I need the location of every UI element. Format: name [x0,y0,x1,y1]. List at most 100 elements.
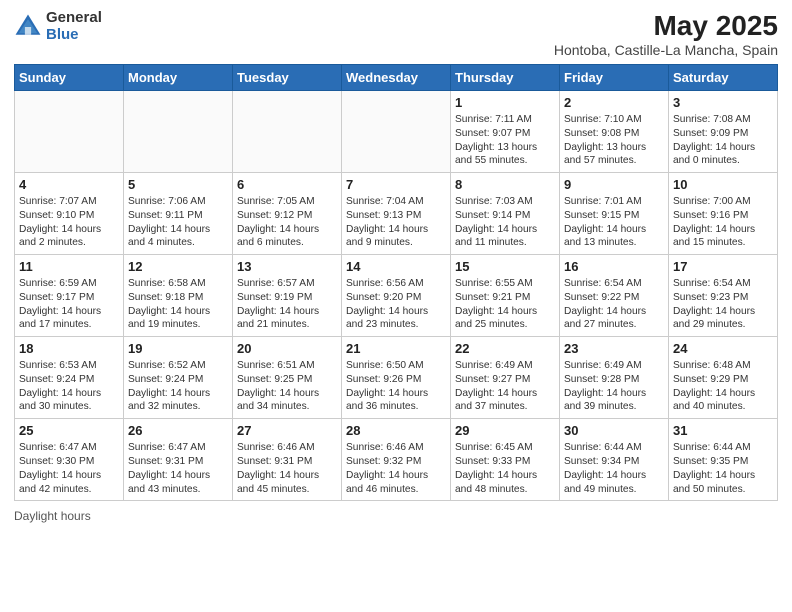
calendar-cell: 16 Sunrise: 6:54 AMSunset: 9:22 PMDayligh… [560,255,669,337]
calendar-cell: 26Sunrise: 6:47 AMSunset: 9:31 PMDayligh… [124,419,233,501]
logo-icon [14,13,42,41]
col-header-thursday: Thursday [451,65,560,91]
day-number: 21 [346,341,446,356]
col-header-saturday: Saturday [669,65,778,91]
day-number: 4 [19,177,119,192]
day-number: 7 [346,177,446,192]
cell-content: 26Sunrise: 6:47 AMSunset: 9:31 PMDayligh… [128,423,228,496]
calendar-cell: 18Sunrise: 6:53 AMSunset: 9:24 PMDayligh… [15,337,124,419]
day-number: 11 [19,259,119,274]
calendar-cell: 21 Sunrise: 6:50 AMSunset: 9:26 PMDayligh… [342,337,451,419]
cell-content: 11Sunrise: 6:59 AMSunset: 9:17 PMDayligh… [19,259,119,332]
day-info: Sunrise: 7:10 AMSunset: 9:08 PMDaylight:… [564,113,664,168]
calendar-cell: 15 Sunrise: 6:55 AMSunset: 9:21 PMDayligh… [451,255,560,337]
day-number: 15 [455,259,555,274]
cell-content: 3Sunrise: 7:08 AMSunset: 9:09 PMDaylight… [673,95,773,168]
calendar-cell: 9Sunrise: 7:01 AMSunset: 9:15 PMDaylight… [560,173,669,255]
week-row-1: 1Sunrise: 7:11 AMSunset: 9:07 PMDaylight… [15,91,778,173]
calendar-cell: 31Sunrise: 6:44 AMSunset: 9:35 PMDayligh… [669,419,778,501]
subtitle: Hontoba, Castille-La Mancha, Spain [554,42,778,58]
calendar-cell: 19Sunrise: 6:52 AMSunset: 9:24 PMDayligh… [124,337,233,419]
day-number: 10 [673,177,773,192]
day-number: 14 [346,259,446,274]
day-info: Sunrise: 6:48 AMSunset: 9:29 PMDaylight:… [673,359,773,414]
day-info: Sunrise: 6:54 AMSunset: 9:23 PMDaylight:… [673,277,773,332]
calendar-cell: 14Sunrise: 6:56 AMSunset: 9:20 PMDayligh… [342,255,451,337]
cell-content: 1Sunrise: 7:11 AMSunset: 9:07 PMDaylight… [455,95,555,168]
day-number: 16 [564,259,664,274]
cell-content: 18Sunrise: 6:53 AMSunset: 9:24 PMDayligh… [19,341,119,414]
cell-content: 14Sunrise: 6:56 AMSunset: 9:20 PMDayligh… [346,259,446,332]
cell-content: 6Sunrise: 7:05 AMSunset: 9:12 PMDaylight… [237,177,337,250]
calendar-cell: 8Sunrise: 7:03 AMSunset: 9:14 PMDaylight… [451,173,560,255]
cell-content: 22 Sunrise: 6:49 AMSunset: 9:27 PMDayligh… [455,341,555,414]
logo-blue-text: Blue [46,27,102,44]
day-number: 1 [455,95,555,110]
calendar-cell: 22 Sunrise: 6:49 AMSunset: 9:27 PMDayligh… [451,337,560,419]
day-info: Sunrise: 6:45 AMSunset: 9:33 PMDaylight:… [455,441,555,496]
day-info: Sunrise: 6:44 AMSunset: 9:34 PMDaylight:… [564,441,664,496]
calendar-cell: 13Sunrise: 6:57 AMSunset: 9:19 PMDayligh… [233,255,342,337]
calendar-cell: 20Sunrise: 6:51 AMSunset: 9:25 PMDayligh… [233,337,342,419]
day-number: 12 [128,259,228,274]
day-info: Sunrise: 6:46 AMSunset: 9:32 PMDaylight:… [346,441,446,496]
calendar-cell: 24Sunrise: 6:48 AMSunset: 9:29 PMDayligh… [669,337,778,419]
calendar-cell [124,91,233,173]
calendar-cell: 11Sunrise: 6:59 AMSunset: 9:17 PMDayligh… [15,255,124,337]
cell-content: 23Sunrise: 6:49 AMSunset: 9:28 PMDayligh… [564,341,664,414]
logo: General Blue [14,10,102,43]
day-info: Sunrise: 6:55 AMSunset: 9:21 PMDaylight:… [455,277,555,332]
calendar-cell: 10Sunrise: 7:00 AMSunset: 9:16 PMDayligh… [669,173,778,255]
calendar-cell: 30 Sunrise: 6:44 AMSunset: 9:34 PMDayligh… [560,419,669,501]
day-info: Sunrise: 7:04 AMSunset: 9:13 PMDaylight:… [346,195,446,250]
day-number: 3 [673,95,773,110]
cell-content: 24Sunrise: 6:48 AMSunset: 9:29 PMDayligh… [673,341,773,414]
day-number: 5 [128,177,228,192]
calendar-cell: 4 Sunrise: 7:07 AMSunset: 9:10 PMDaylight… [15,173,124,255]
day-number: 17 [673,259,773,274]
cell-content: 31Sunrise: 6:44 AMSunset: 9:35 PMDayligh… [673,423,773,496]
day-info: Sunrise: 6:47 AMSunset: 9:30 PMDaylight:… [19,441,119,496]
cell-content: 8Sunrise: 7:03 AMSunset: 9:14 PMDaylight… [455,177,555,250]
week-row-3: 11Sunrise: 6:59 AMSunset: 9:17 PMDayligh… [15,255,778,337]
calendar-cell: 5 Sunrise: 7:06 AMSunset: 9:11 PMDaylight… [124,173,233,255]
main-title: May 2025 [554,10,778,42]
day-number: 31 [673,423,773,438]
day-info: Sunrise: 6:54 AMSunset: 9:22 PMDaylight:… [564,277,664,332]
day-number: 2 [564,95,664,110]
day-info: Sunrise: 6:50 AMSunset: 9:26 PMDaylight:… [346,359,446,414]
day-number: 26 [128,423,228,438]
col-header-sunday: Sunday [15,65,124,91]
cell-content: 30 Sunrise: 6:44 AMSunset: 9:34 PMDayligh… [564,423,664,496]
cell-content: 12Sunrise: 6:58 AMSunset: 9:18 PMDayligh… [128,259,228,332]
col-header-monday: Monday [124,65,233,91]
day-number: 9 [564,177,664,192]
day-number: 30 [564,423,664,438]
cell-content: 5 Sunrise: 7:06 AMSunset: 9:11 PMDaylight… [128,177,228,250]
calendar-cell: 25Sunrise: 6:47 AMSunset: 9:30 PMDayligh… [15,419,124,501]
calendar-cell: 23Sunrise: 6:49 AMSunset: 9:28 PMDayligh… [560,337,669,419]
calendar-cell: 28 Sunrise: 6:46 AMSunset: 9:32 PMDayligh… [342,419,451,501]
day-info: Sunrise: 6:49 AMSunset: 9:28 PMDaylight:… [564,359,664,414]
cell-content: 27Sunrise: 6:46 AMSunset: 9:31 PMDayligh… [237,423,337,496]
day-info: Sunrise: 7:06 AMSunset: 9:11 PMDaylight:… [128,195,228,250]
day-number: 19 [128,341,228,356]
cell-content: 10Sunrise: 7:00 AMSunset: 9:16 PMDayligh… [673,177,773,250]
week-row-4: 18Sunrise: 6:53 AMSunset: 9:24 PMDayligh… [15,337,778,419]
day-number: 22 [455,341,555,356]
daylight-label: Daylight hours [14,509,91,523]
day-info: Sunrise: 6:49 AMSunset: 9:27 PMDaylight:… [455,359,555,414]
cell-content: 21 Sunrise: 6:50 AMSunset: 9:26 PMDayligh… [346,341,446,414]
week-row-2: 4 Sunrise: 7:07 AMSunset: 9:10 PMDaylight… [15,173,778,255]
calendar-cell: 6Sunrise: 7:05 AMSunset: 9:12 PMDaylight… [233,173,342,255]
day-info: Sunrise: 7:07 AMSunset: 9:10 PMDaylight:… [19,195,119,250]
day-number: 27 [237,423,337,438]
day-number: 6 [237,177,337,192]
day-number: 28 [346,423,446,438]
header-row: SundayMondayTuesdayWednesdayThursdayFrid… [15,65,778,91]
logo-text: General Blue [46,10,102,43]
cell-content: 29Sunrise: 6:45 AMSunset: 9:33 PMDayligh… [455,423,555,496]
cell-content: 25Sunrise: 6:47 AMSunset: 9:30 PMDayligh… [19,423,119,496]
day-info: Sunrise: 7:03 AMSunset: 9:14 PMDaylight:… [455,195,555,250]
calendar-table: SundayMondayTuesdayWednesdayThursdayFrid… [14,64,778,501]
